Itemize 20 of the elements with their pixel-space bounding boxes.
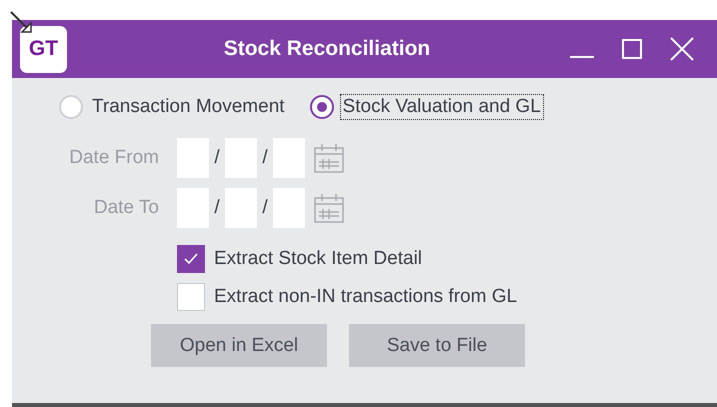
date-label: Date To — [92, 197, 160, 219]
checkbox-label: Extract Stock Item Detail — [214, 248, 422, 270]
radio-button[interactable] — [310, 95, 334, 119]
date-separator: / — [261, 147, 269, 169]
date-label: Date From — [68, 147, 160, 169]
action-button[interactable]: Save to File — [349, 324, 525, 367]
checkbox[interactable] — [177, 245, 205, 273]
resize-cursor-icon — [9, 10, 33, 34]
date-separator: / — [213, 147, 221, 169]
date-separator: / — [261, 197, 269, 219]
window-title: Stock Reconciliation — [222, 37, 432, 61]
check-icon — [183, 252, 199, 266]
date-separator: / — [213, 197, 221, 219]
action-button[interactable]: Open in Excel — [151, 324, 327, 367]
radio-label[interactable]: Transaction Movement — [89, 94, 288, 120]
calendar-icon[interactable] — [313, 142, 345, 174]
checkbox-label: Extract non-IN transactions from GL — [214, 286, 518, 308]
radio-label[interactable]: Stock Valuation and GL — [340, 94, 544, 120]
app-logo: GT — [20, 26, 67, 72]
calendar-icon[interactable] — [313, 192, 345, 224]
